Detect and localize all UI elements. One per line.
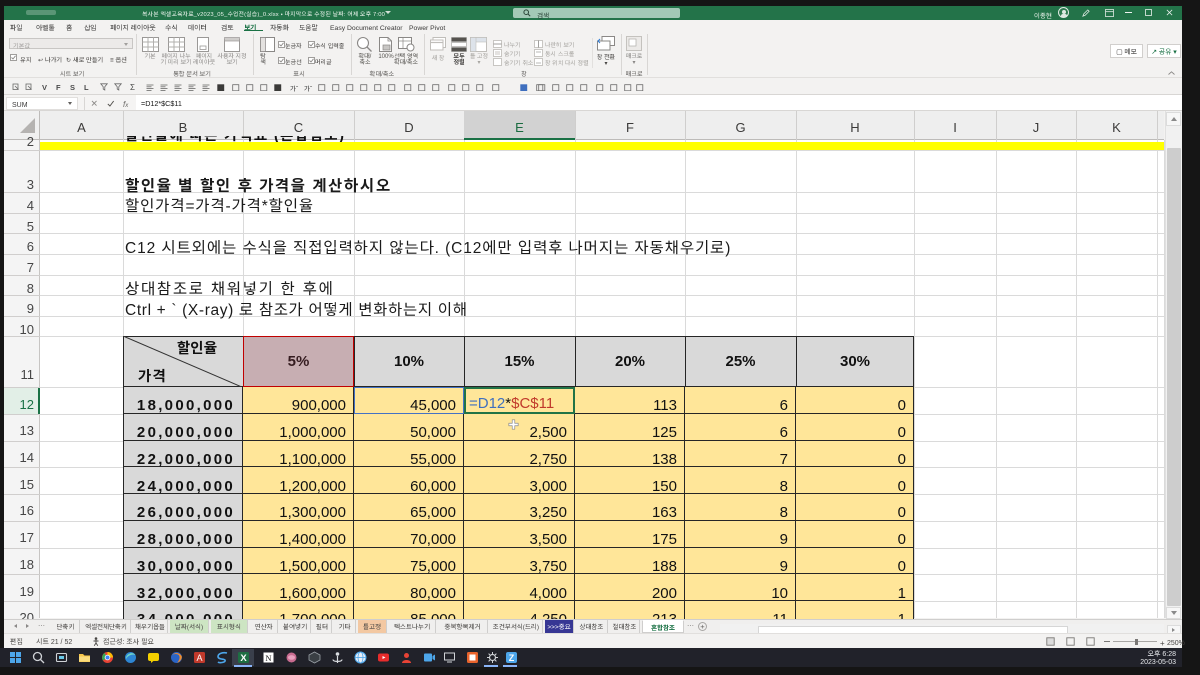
svg-text:X: X (240, 653, 247, 664)
svg-text:N: N (265, 653, 271, 663)
svg-text:Z: Z (509, 653, 515, 663)
svg-text:A: A (196, 653, 202, 663)
